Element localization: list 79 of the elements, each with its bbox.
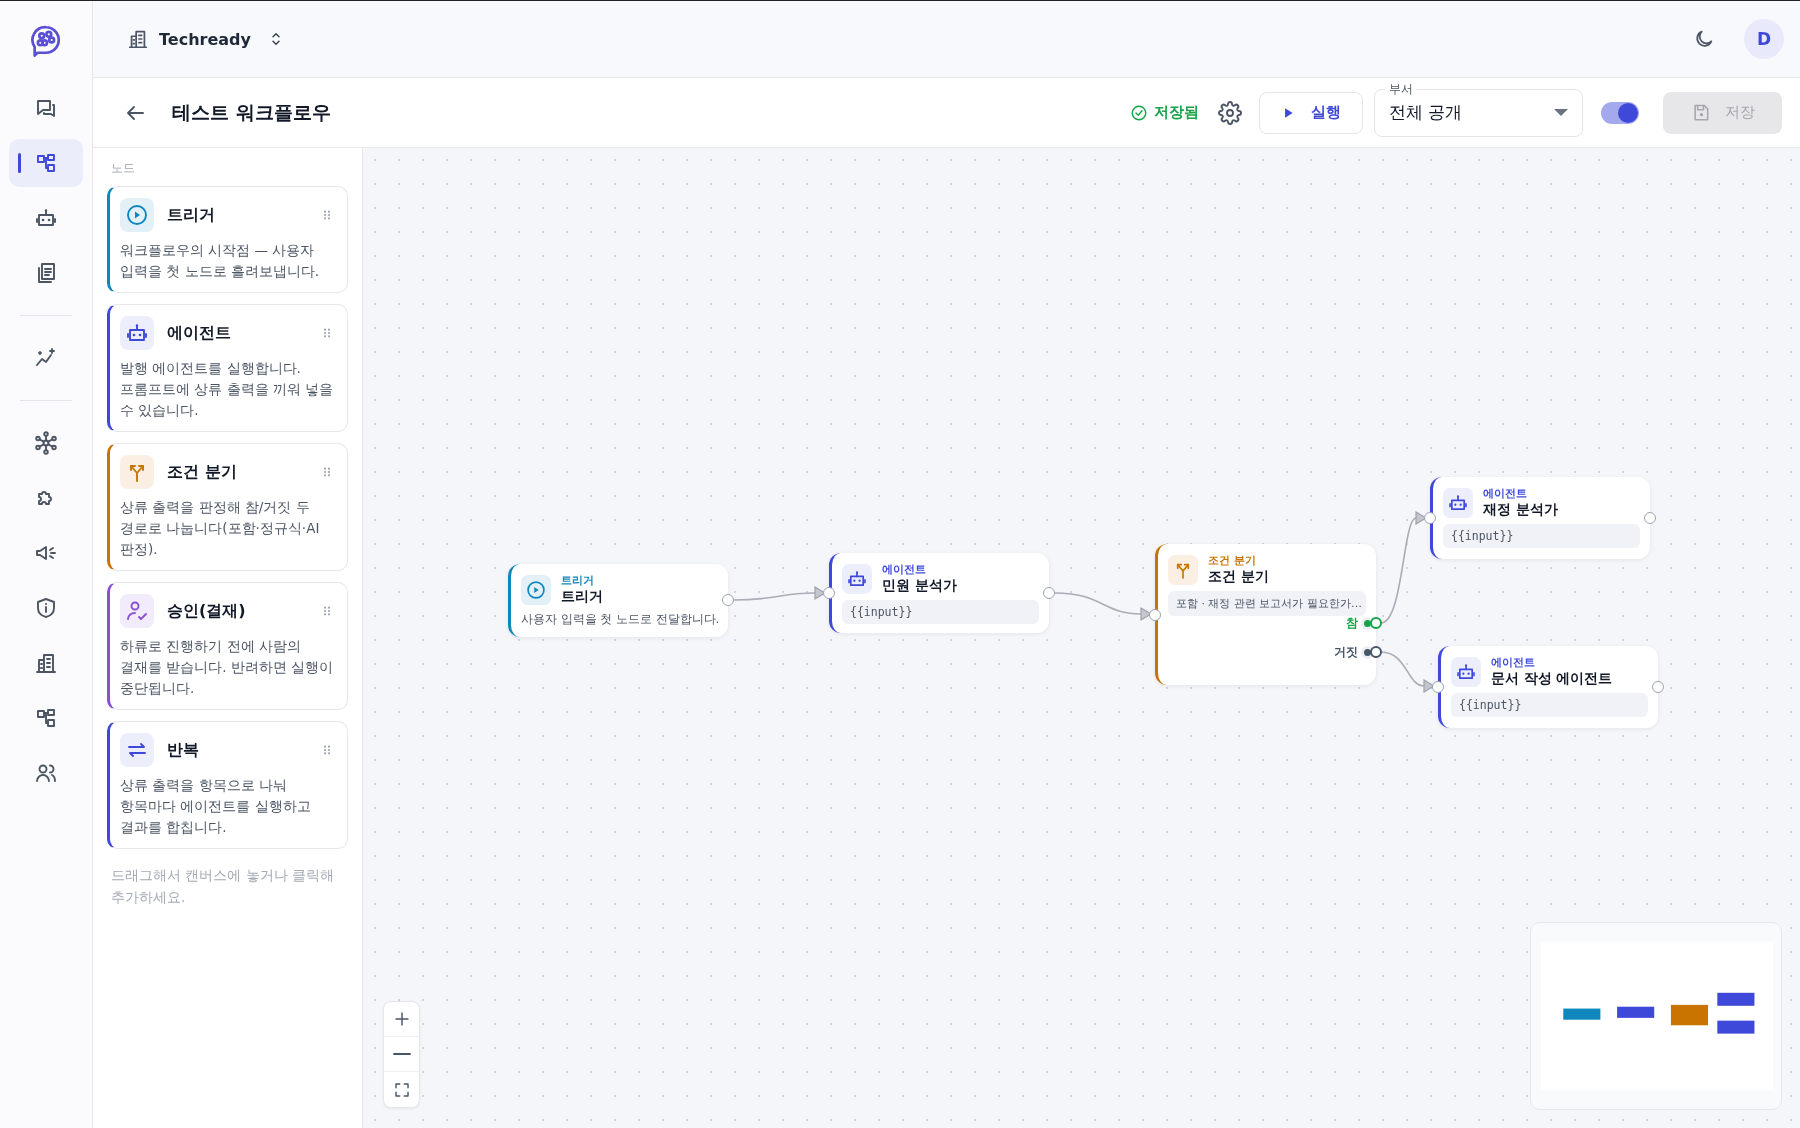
node-type-description: 발행 에이전트를 실행합니다. 프롬프트에 상류 출력을 끼워 넣을 수 있습니다. [120, 359, 335, 420]
moon-icon [1693, 28, 1715, 50]
node-type-title: 반복 [167, 739, 200, 761]
node-type-label: 에이전트 [882, 563, 927, 576]
node-palette-card[interactable]: 조건 분기 상류 출력을 판정해 참/거짓 두 경로로 나눕니다(포함·정규식·AI 판정). [107, 443, 348, 571]
run-button[interactable]: 실행 [1259, 91, 1363, 134]
input-handle[interactable] [1424, 512, 1436, 524]
prompt-preview: {{input}} [842, 600, 1039, 624]
palette-hint: 드래그해서 캔버스에 놓거나 클릭해 추가하세요. [111, 866, 335, 907]
caret-icon [1554, 109, 1568, 116]
prompt-preview: {{input}} [1451, 693, 1648, 717]
loop-icon [120, 733, 154, 767]
prompt-preview: {{input}} [1443, 524, 1640, 548]
node-type-description: 하류로 진행하기 전에 사람의 결재를 받습니다. 반려하면 실행이 중단됩니다. [120, 637, 335, 698]
plus-icon [392, 1010, 411, 1028]
settings-button[interactable] [1217, 99, 1243, 126]
robot-icon [842, 563, 872, 594]
section-heading: 노드 [110, 160, 136, 177]
branch-icon [1168, 554, 1198, 585]
node-type-title: 에이전트 [167, 322, 232, 344]
workflow-title: 테스트 워크플로우 [172, 99, 331, 125]
branch-dot [1364, 648, 1371, 656]
saved-status: 저장됨 [1154, 103, 1199, 122]
branch-icon [120, 455, 154, 489]
node-title: 트리거 [561, 587, 603, 605]
settings-icon [1218, 100, 1242, 125]
output-handle[interactable] [1370, 617, 1382, 629]
node-type-label: 조건 분기 [1208, 554, 1257, 567]
minimap[interactable] [1530, 922, 1782, 1110]
node-title: 조건 분기 [1208, 567, 1269, 585]
robot-icon [120, 316, 154, 350]
node-type-label: 트리거 [561, 574, 595, 587]
network-icon [34, 431, 58, 455]
workflow-node[interactable]: 에이전트 재정 분석가 {{input}} [1430, 477, 1650, 559]
node-title: 재정 분석가 [1483, 500, 1558, 518]
toggle-switch[interactable] [1601, 101, 1639, 124]
fit-view-icon [392, 1080, 411, 1099]
check-circle-icon [1130, 103, 1148, 122]
workflow-node[interactable]: 에이전트 문서 작성 에이전트 {{input}} [1438, 646, 1658, 728]
node-type-title: 트리거 [167, 204, 216, 226]
node-description: 사용자 입력을 첫 노드로 전달합니다. [521, 612, 718, 627]
node-title: 민원 분석가 [882, 576, 957, 594]
node-palette-card[interactable]: 트리거 워크플로우의 시작점 — 사용자 입력을 첫 노드로 흘려보냅니다. [107, 186, 348, 293]
node-palette-card[interactable]: 승인(결재) 하류로 진행하기 전에 사람의 결재를 받습니다. 반려하면 실행이 중단됩니다. [107, 582, 348, 710]
workflow-node[interactable]: 트리거 트리거 사용자 입력을 첫 노드로 전달합니다. [508, 564, 728, 637]
node-type-title: 조건 분기 [167, 461, 238, 483]
avatar[interactable]: D [1744, 19, 1784, 59]
user-check-icon [120, 594, 154, 628]
workflow-icon [34, 151, 58, 175]
robot-icon [1443, 487, 1473, 518]
workflow-node[interactable]: 에이전트 민원 분석가 {{input}} [829, 553, 1049, 633]
condition-summary: 포함 · 재정 관련 보고서가 필요한가… [1168, 591, 1366, 616]
select-value: 전체 공개 [1389, 101, 1464, 124]
workflow-node[interactable]: 조건 분기 조건 분기 포함 · 재정 관련 보고서가 필요한가… 참 거짓 [1155, 544, 1376, 685]
shield-icon [34, 596, 58, 620]
branch-dot [1364, 619, 1371, 627]
branch-label: 거짓 [1334, 643, 1358, 661]
output-handle[interactable] [1370, 646, 1382, 658]
node-title: 문서 작성 에이전트 [1491, 669, 1613, 687]
node-palette-card[interactable]: 에이전트 발행 에이전트를 실행합니다. 프롬프트에 상류 출력을 끼워 넣을 수 있습니다. [107, 304, 348, 432]
building-icon [34, 651, 58, 675]
workflow-icon [34, 706, 58, 730]
input-handle[interactable] [1432, 681, 1444, 693]
node-palette-card[interactable]: 반복 상류 출력을 항목으로 나눠 항목마다 에이전트를 실행하고 결과를 합칩니다. [107, 721, 348, 849]
input-handle[interactable] [823, 587, 835, 599]
minimap-node [1563, 1008, 1601, 1020]
robot-icon [1451, 656, 1481, 687]
branch-label: 참 [1346, 614, 1358, 632]
building-icon [127, 28, 149, 50]
node-type-description: 상류 출력을 항목으로 나눠 항목마다 에이전트를 실행하고 결과를 합칩니다. [120, 776, 312, 837]
nav-item[interactable] [9, 139, 83, 187]
node-type-label: 에이전트 [1483, 487, 1528, 500]
node-type-description: 워크플로우의 시작점 — 사용자 입력을 첫 노드로 흘려보냅니다. [120, 241, 321, 281]
workspace-switcher[interactable]: Techready [127, 28, 285, 50]
minimap-node [1617, 1006, 1655, 1018]
node-type-label: 에이전트 [1491, 656, 1536, 669]
node-type-title: 승인(결재) [167, 600, 247, 622]
node-type-description: 상류 출력을 판정해 참/거짓 두 경로로 나눕니다(포함·정규식·AI 판정). [120, 498, 321, 559]
minus-icon [392, 1052, 411, 1056]
